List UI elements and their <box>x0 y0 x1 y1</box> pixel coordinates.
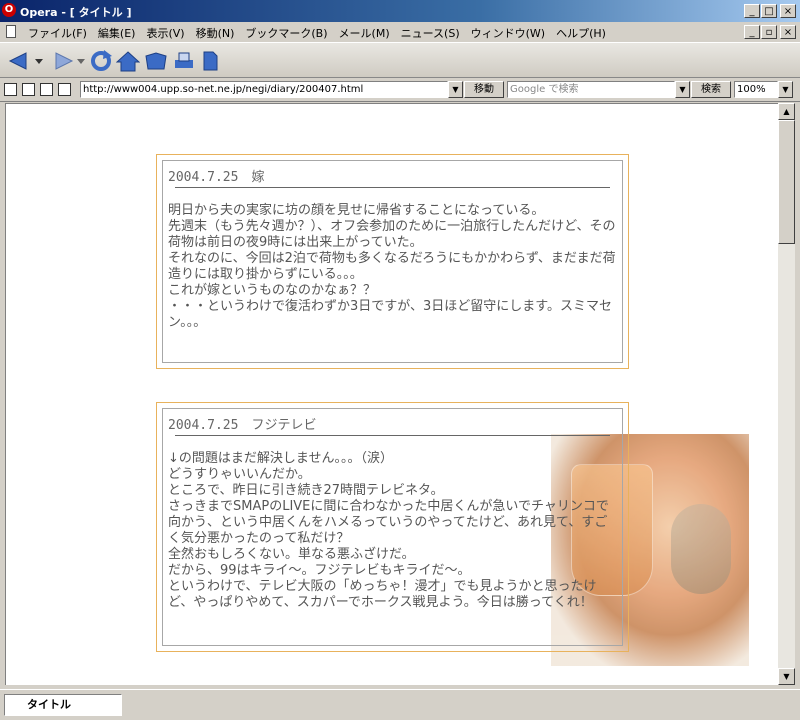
entry-divider <box>175 187 610 188</box>
search-dropdown-icon[interactable]: ▼ <box>675 81 690 98</box>
lock-icon[interactable] <box>4 83 17 96</box>
opera-logo-icon: O <box>2 3 16 17</box>
child-minimize-button[interactable]: _ <box>744 25 760 39</box>
back-history-icon[interactable] <box>34 49 44 73</box>
menu-help[interactable]: ヘルプ(H) <box>556 25 606 41</box>
scroll-up-icon[interactable]: ▲ <box>778 103 795 120</box>
hotlist-icon[interactable] <box>142 49 170 73</box>
title-bar: O Opera - [ タイトル ] _ □ × <box>0 0 800 22</box>
entry-divider <box>175 435 610 436</box>
entry-body: 明日から夫の実家に坊の顔を見せに帰省することになっている。 先週末（もう先々週か… <box>168 203 616 330</box>
menu-news[interactable]: ニュース(S) <box>401 25 460 41</box>
back-icon[interactable] <box>6 49 34 73</box>
page-icon[interactable] <box>198 49 222 73</box>
go-button[interactable]: 移動 <box>464 81 504 98</box>
address-bar: http://www004.upp.so-net.ne.jp/negi/diar… <box>0 78 800 102</box>
zoom-dropdown-icon[interactable]: ▼ <box>778 81 793 98</box>
entry-date-title: 2004.7.25 嫁 <box>168 170 265 185</box>
zoom-select[interactable]: 100% <box>734 81 778 98</box>
child-restore-button[interactable]: ▫ <box>761 25 777 39</box>
vertical-scrollbar[interactable]: ▲ ▼ <box>778 103 795 685</box>
address-input[interactable]: http://www004.upp.so-net.ne.jp/negi/diar… <box>80 81 448 98</box>
diary-entry: 2004.7.25 フジテレビ ↓の問題はまだ解決しません。。。（涙） どうすり… <box>156 402 629 652</box>
camera-icon[interactable] <box>22 83 35 96</box>
print-small-icon[interactable] <box>58 83 71 96</box>
forward-icon[interactable] <box>48 49 76 73</box>
print-icon[interactable] <box>170 49 198 73</box>
maximize-button[interactable]: □ <box>761 4 777 18</box>
search-input[interactable]: Google で検索 <box>507 81 675 98</box>
menu-navigate[interactable]: 移動(N) <box>196 25 235 41</box>
plant-shape <box>671 504 731 594</box>
entry-frame: 2004.7.25 フジテレビ ↓の問題はまだ解決しません。。。（涙） どうすり… <box>162 408 623 646</box>
close-button[interactable]: × <box>780 4 796 18</box>
scroll-thumb[interactable] <box>778 120 795 244</box>
entry-frame: 2004.7.25 嫁 明日から夫の実家に坊の顔を見せに帰省することになっている… <box>162 160 623 363</box>
child-close-button[interactable]: × <box>780 25 796 39</box>
menu-mail[interactable]: メール(M) <box>339 25 390 41</box>
home-icon[interactable] <box>114 49 142 73</box>
window-title: Opera - [ タイトル ] <box>20 6 132 19</box>
main-toolbar <box>0 42 800 78</box>
document-icon[interactable] <box>6 25 16 38</box>
menu-file[interactable]: ファイル(F) <box>28 25 87 41</box>
menu-window[interactable]: ウィンドウ(W) <box>471 25 545 41</box>
search-button[interactable]: 検索 <box>691 81 731 98</box>
menu-bookmarks[interactable]: ブックマーク(B) <box>245 25 327 41</box>
page-tab[interactable]: タイトル <box>4 694 122 716</box>
menu-bar: ファイル(F) 編集(E) 表示(V) 移動(N) ブックマーク(B) メール(… <box>0 22 800 42</box>
diary-entry: 2004.7.25 嫁 明日から夫の実家に坊の顔を見せに帰省することになっている… <box>156 154 629 369</box>
page-viewport: 2004.7.25 嫁 明日から夫の実家に坊の顔を見せに帰省することになっている… <box>5 103 778 685</box>
menu-items: ファイル(F) 編集(E) 表示(V) 移動(N) ブックマーク(B) メール(… <box>28 25 606 41</box>
status-bar: タイトル <box>0 689 800 720</box>
forward-history-icon[interactable] <box>76 49 86 73</box>
minimize-button[interactable]: _ <box>744 4 760 18</box>
page-small-icon[interactable] <box>40 83 53 96</box>
reload-icon[interactable] <box>88 49 114 73</box>
menu-edit[interactable]: 編集(E) <box>98 25 136 41</box>
address-dropdown-icon[interactable]: ▼ <box>448 81 463 98</box>
scroll-down-icon[interactable]: ▼ <box>778 668 795 685</box>
menu-view[interactable]: 表示(V) <box>146 25 184 41</box>
entry-date-title: 2004.7.25 フジテレビ <box>168 418 317 433</box>
entry-body: ↓の問題はまだ解決しません。。。（涙） どうすりゃいいんだか。 ところで、昨日に… <box>168 451 609 610</box>
